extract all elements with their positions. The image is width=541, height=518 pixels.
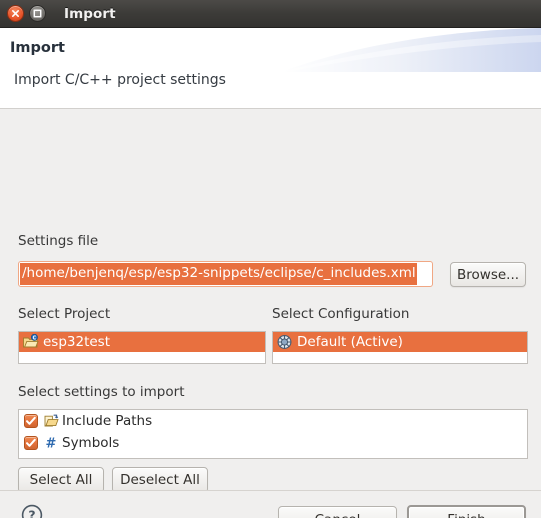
settings-file-label: Settings file	[18, 233, 99, 249]
list-item[interactable]: Default (Active)	[273, 332, 527, 352]
browse-button[interactable]: Browse...	[450, 262, 526, 287]
svg-text:C: C	[33, 335, 37, 341]
header-swoosh-icon	[281, 28, 541, 72]
symbols-checkbox[interactable]	[24, 436, 38, 450]
dialog-footer: ? Cancel Finish	[0, 490, 541, 518]
svg-text:#: #	[46, 436, 57, 451]
select-project-label: Select Project	[18, 306, 111, 322]
settings-to-import-label: Select settings to import	[18, 384, 185, 400]
list-item-label: Symbols	[62, 435, 120, 451]
settings-to-import-list[interactable]: Include Paths # Symbols	[18, 409, 528, 459]
project-list[interactable]: C esp32test	[18, 331, 266, 364]
finish-button[interactable]: Finish	[407, 505, 526, 518]
svg-text:?: ?	[28, 508, 35, 518]
include-paths-checkbox[interactable]	[24, 414, 38, 428]
page-subtitle: Import C/C++ project settings	[14, 72, 226, 88]
import-dialog-window: Import Import Import C/C++ project setti…	[0, 0, 541, 518]
include-paths-icon	[43, 413, 59, 429]
title-bar: Import	[0, 0, 541, 28]
select-configuration-label: Select Configuration	[272, 306, 410, 322]
checkmark-icon	[26, 416, 36, 425]
window-title: Import	[64, 5, 116, 22]
symbols-hash-icon: #	[43, 435, 59, 451]
close-icon[interactable]	[7, 5, 24, 22]
list-item[interactable]: Include Paths	[19, 410, 527, 432]
maximize-icon[interactable]	[29, 5, 46, 22]
page-title: Import	[10, 40, 65, 56]
dialog-body: Settings file /home/benjenq/esp/esp32-sn…	[0, 109, 541, 493]
list-item-label: Include Paths	[62, 413, 153, 429]
settings-file-value: /home/benjenq/esp/esp32-snippets/eclipse…	[20, 263, 417, 285]
maximize-glyph	[33, 9, 42, 18]
configuration-list[interactable]: Default (Active)	[272, 331, 528, 364]
list-item[interactable]: # Symbols	[19, 432, 527, 454]
cancel-button[interactable]: Cancel	[278, 506, 397, 518]
c-project-folder-icon: C	[22, 333, 39, 350]
list-item-label: esp32test	[43, 334, 111, 350]
list-item-label: Default (Active)	[297, 334, 403, 350]
list-item[interactable]: C esp32test	[19, 332, 265, 352]
checkmark-icon	[26, 438, 36, 447]
settings-file-input[interactable]: /home/benjenq/esp/esp32-snippets/eclipse…	[18, 261, 433, 287]
close-glyph	[12, 10, 19, 17]
header-decoration	[281, 28, 541, 72]
build-configuration-icon	[276, 334, 293, 350]
dialog-header: Import Import C/C++ project settings	[0, 28, 541, 109]
help-icon[interactable]: ?	[20, 503, 44, 518]
